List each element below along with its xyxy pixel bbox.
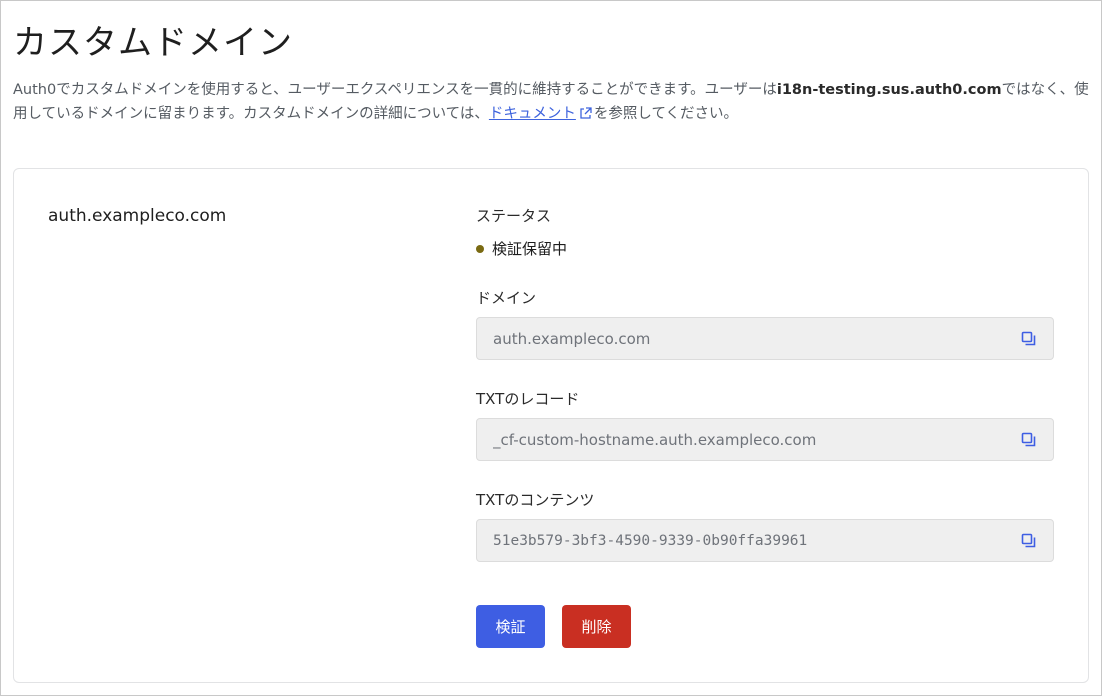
domain-name-heading: auth.exampleco.com [48, 206, 227, 226]
description-text-1: Auth0でカスタムドメインを使用すると、ユーザーエクスペリエンスを一貫的に維持… [13, 82, 777, 98]
description-text-3: を参照してください。 [593, 106, 739, 122]
copy-icon[interactable] [1021, 533, 1036, 548]
txt-content-label: TXTのコンテンツ [476, 491, 595, 509]
copy-icon[interactable] [1021, 331, 1036, 346]
page-frame: カスタムドメイン Auth0でカスタムドメインを使用すると、ユーザーエクスペリエ… [0, 0, 1102, 696]
external-link-icon[interactable] [579, 104, 592, 128]
txt-content-value[interactable]: 51e3b579-3bf3-4590-9339-0b90ffa39961 [493, 533, 1019, 549]
status-label: ステータス [476, 207, 552, 225]
verify-button[interactable]: 検証 [476, 605, 545, 648]
copy-domain-button[interactable] [1019, 330, 1037, 348]
domain-field-value[interactable]: auth.exampleco.com [493, 330, 1019, 348]
page-title: カスタムドメイン [13, 23, 293, 63]
tenant-domain: i18n-testing.sus.auth0.com [776, 82, 1002, 98]
txt-content-field[interactable]: 51e3b579-3bf3-4590-9339-0b90ffa39961 [476, 519, 1054, 562]
copy-txt-content-button[interactable] [1019, 532, 1037, 550]
domain-field[interactable]: auth.exampleco.com [476, 317, 1054, 360]
delete-button[interactable]: 削除 [562, 605, 631, 648]
copy-icon[interactable] [1021, 432, 1036, 447]
status-value: 検証保留中 [492, 240, 568, 258]
documentation-link[interactable]: ドキュメント [489, 106, 594, 122]
domain-field-label: ドメイン [476, 289, 537, 307]
copy-txt-record-button[interactable] [1019, 431, 1037, 449]
txt-record-label: TXTのレコード [476, 390, 580, 408]
status-indicator: 検証保留中 [476, 238, 567, 259]
status-dot-icon [476, 244, 484, 253]
custom-domain-card: auth.exampleco.com ステータス 検証保留中 ドメイン auth… [13, 168, 1089, 683]
txt-record-field[interactable]: _cf-custom-hostname.auth.exampleco.com [476, 418, 1054, 461]
documentation-link-label[interactable]: ドキュメント [489, 106, 576, 122]
page-description: Auth0でカスタムドメインを使用すると、ユーザーエクスペリエンスを一貫的に維持… [13, 78, 1089, 128]
txt-record-value[interactable]: _cf-custom-hostname.auth.exampleco.com [493, 431, 1019, 449]
